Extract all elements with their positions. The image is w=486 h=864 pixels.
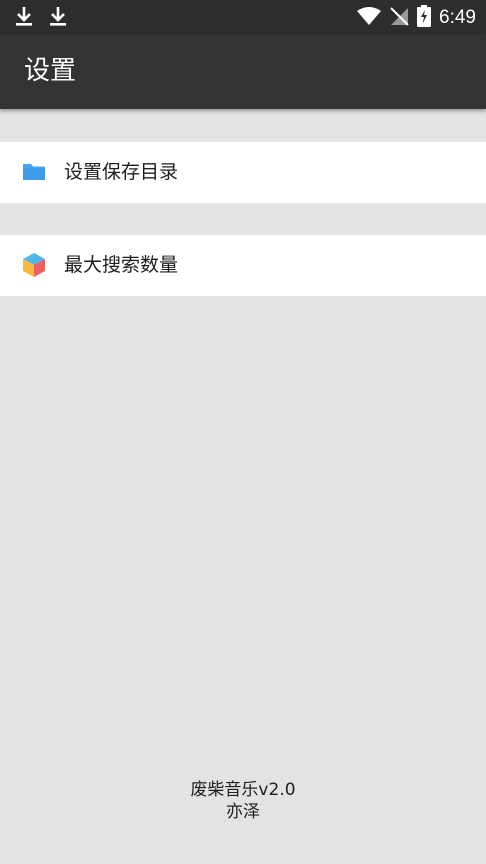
status-bar: 6:49 xyxy=(0,0,486,34)
app-bar: 设置 xyxy=(0,34,486,109)
status-notifications xyxy=(14,5,68,31)
battery-charging-icon xyxy=(417,5,432,31)
app-version: 废柴音乐v2.0 xyxy=(190,780,296,800)
page-title: 设置 xyxy=(24,56,77,86)
author-name: 亦泽 xyxy=(226,802,260,822)
setting-save-directory[interactable]: 设置保存目录 xyxy=(0,142,486,203)
folder-icon xyxy=(21,159,47,185)
wifi-icon xyxy=(357,6,382,30)
cube-icon xyxy=(21,252,47,278)
no-signal-icon xyxy=(389,6,409,30)
setting-label: 最大搜索数量 xyxy=(64,254,179,276)
status-time: 6:49 xyxy=(439,7,476,28)
status-system: 6:49 xyxy=(357,5,476,31)
download-icon xyxy=(48,5,68,31)
download-icon xyxy=(14,5,34,31)
setting-max-search-count[interactable]: 最大搜索数量 xyxy=(0,235,486,296)
setting-label: 设置保存目录 xyxy=(64,161,179,183)
